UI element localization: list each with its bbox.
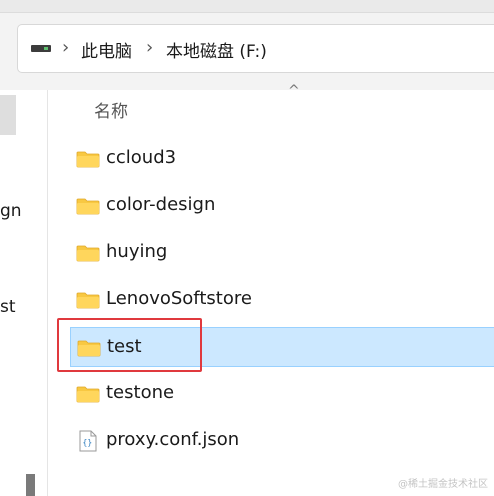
sort-ascending-icon[interactable]: ^ — [288, 83, 300, 99]
breadcrumb-local-disk-f[interactable]: 本地磁盘 (F:) — [166, 37, 267, 62]
file-explorer-window: › 此电脑 › 本地磁盘 (F:) gn st ^ 名称 ccloud3 colo… — [0, 0, 494, 496]
folder-icon — [76, 245, 100, 262]
file-name-label: LenovoSoftstore — [106, 288, 252, 309]
json-file-icon: {} — [79, 430, 97, 452]
file-name-label: proxy.conf.json — [106, 429, 240, 450]
watermark: @稀土掘金技术社区 — [398, 479, 488, 490]
navigation-pane[interactable]: gn st — [0, 90, 48, 496]
file-list-row-folder[interactable]: color-design — [70, 186, 494, 226]
svg-text:{}: {} — [83, 438, 93, 447]
nav-selected-item[interactable] — [0, 95, 16, 135]
nav-item-partial[interactable]: gn — [0, 201, 22, 221]
file-name-label: color-design — [106, 194, 216, 215]
chevron-right-icon[interactable]: › — [62, 37, 69, 58]
breadcrumb-this-pc[interactable]: 此电脑 — [81, 37, 132, 62]
drive-icon — [31, 45, 51, 52]
file-name-label: testone — [106, 382, 175, 403]
folder-icon — [76, 386, 100, 403]
file-name-label: huying — [106, 241, 168, 262]
window-top-edge — [0, 0, 494, 13]
nav-item-partial[interactable]: st — [0, 297, 16, 317]
file-list-row-folder[interactable]: LenovoSoftstore — [70, 280, 494, 320]
nav-scrollbar-thumb[interactable] — [26, 474, 35, 496]
folder-icon — [76, 151, 100, 168]
file-list-row-file[interactable]: {} proxy.conf.json — [70, 421, 494, 461]
folder-icon — [76, 198, 100, 215]
file-list-row-folder[interactable]: ccloud3 — [70, 139, 494, 179]
annotation-highlight-box — [57, 318, 202, 372]
file-list-row-folder[interactable]: testone — [70, 374, 494, 414]
chevron-right-icon[interactable]: › — [146, 37, 153, 58]
folder-icon — [76, 292, 100, 309]
column-header-name[interactable]: 名称 — [94, 97, 128, 122]
file-name-label: ccloud3 — [106, 147, 177, 168]
file-list-row-folder[interactable]: huying — [70, 233, 494, 273]
address-bar[interactable]: › 此电脑 › 本地磁盘 (F:) — [17, 24, 494, 73]
